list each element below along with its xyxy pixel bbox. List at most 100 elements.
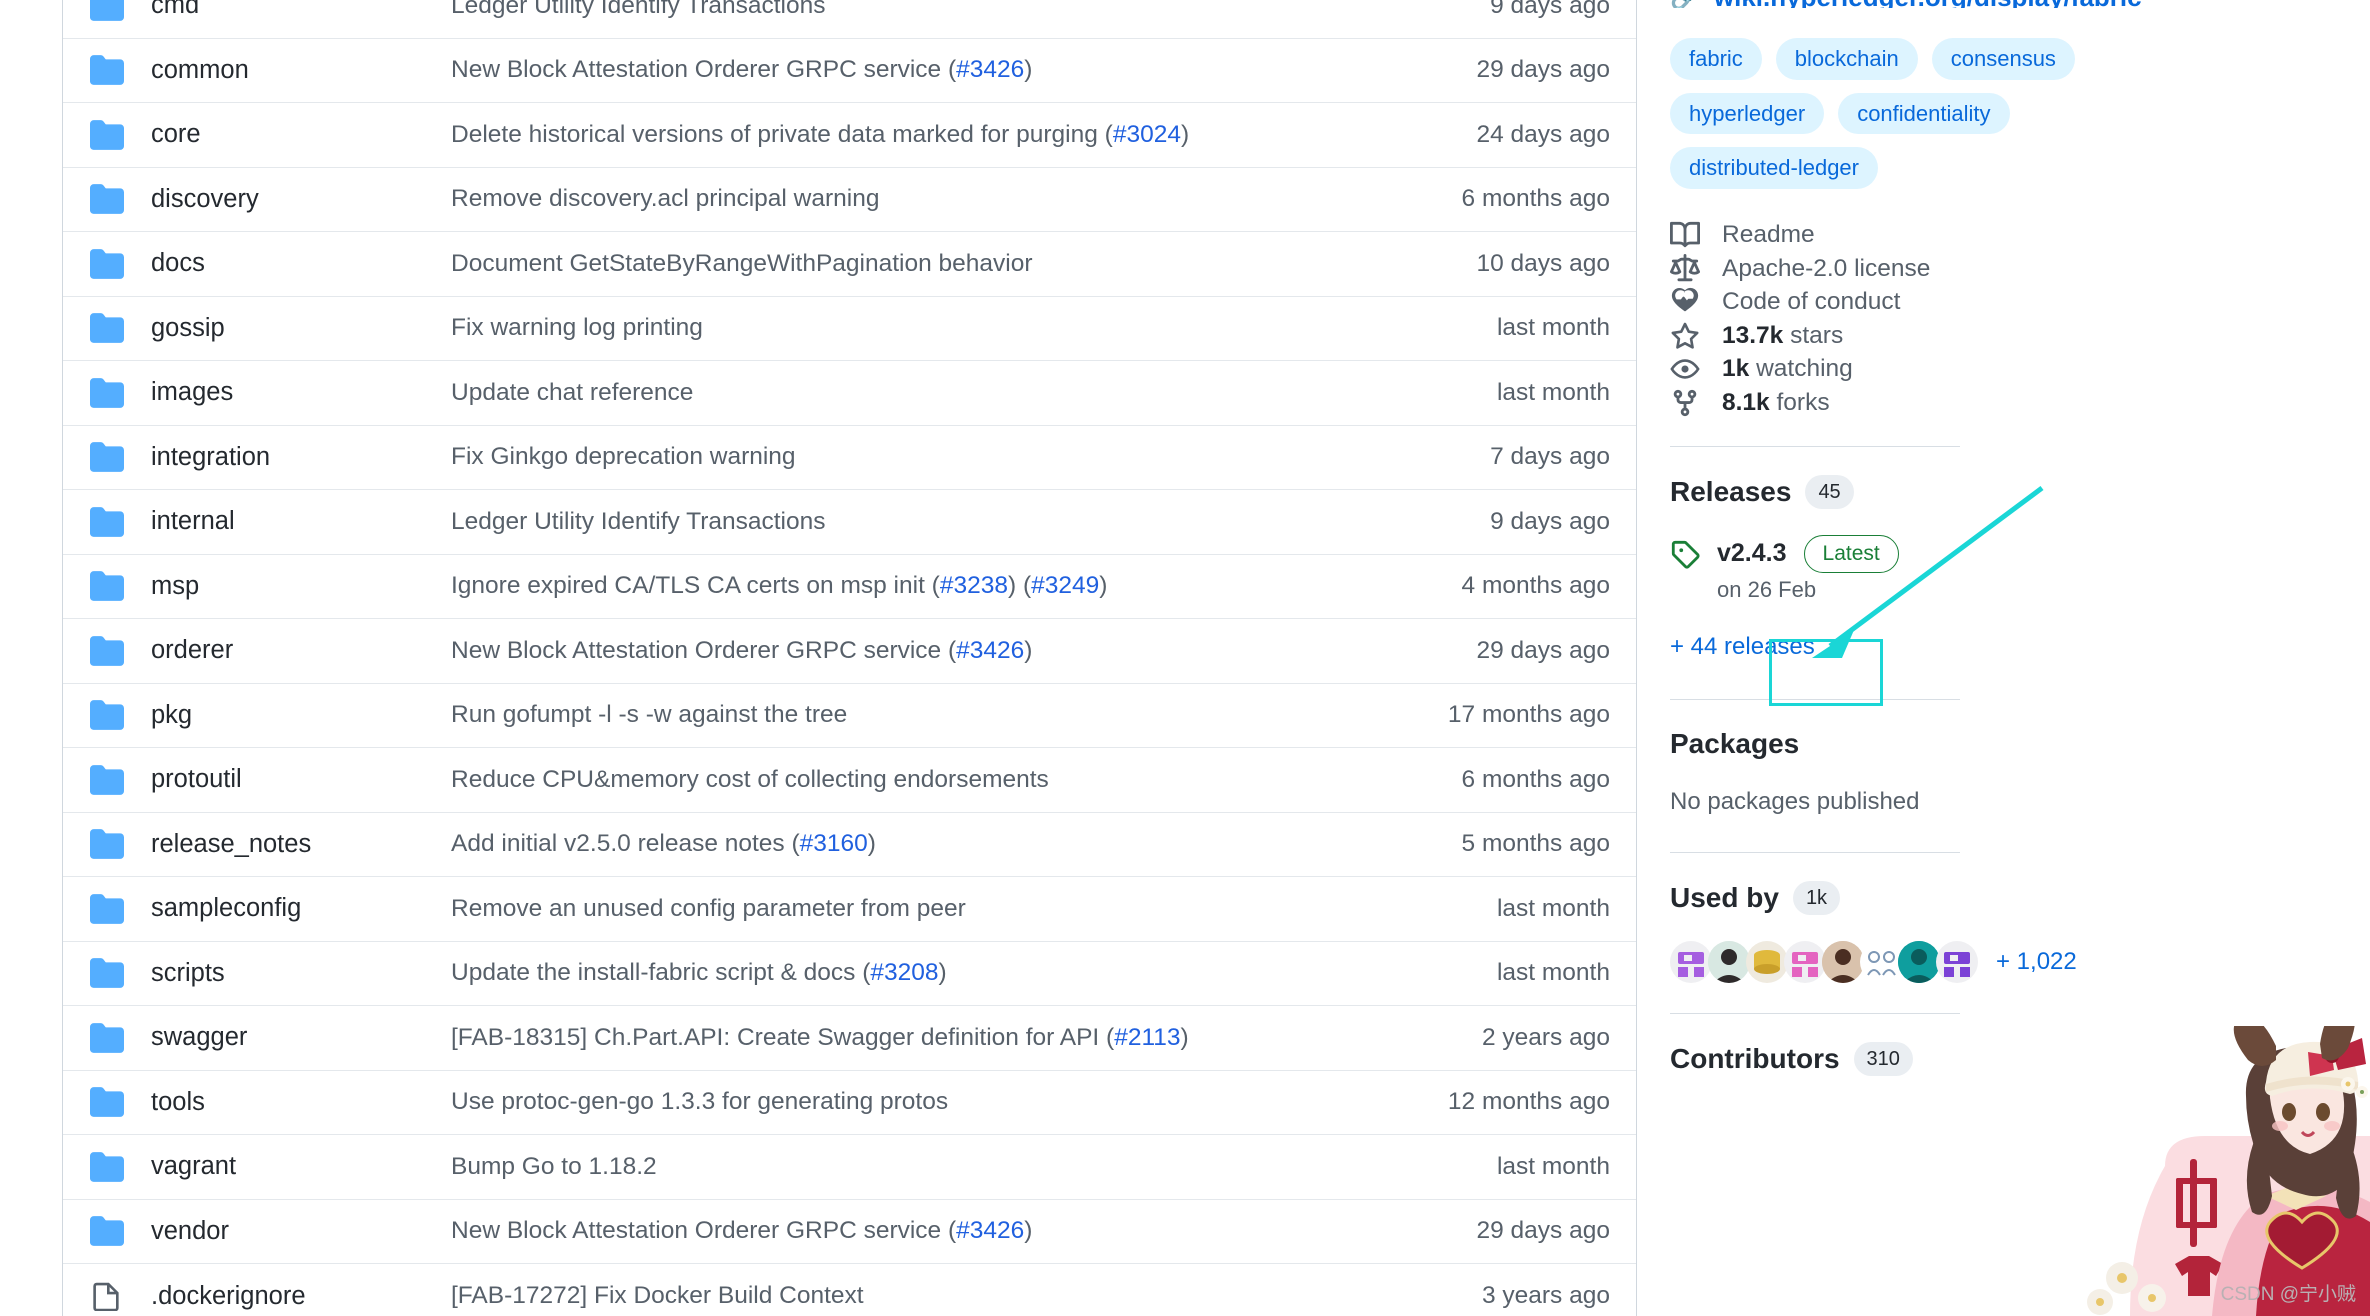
used-by-avatar[interactable] bbox=[1746, 940, 1788, 983]
topic-tag[interactable]: confidentiality bbox=[1838, 92, 2010, 134]
file-name[interactable]: cmd bbox=[151, 0, 451, 20]
file-row[interactable]: sampleconfig Remove an unused config para… bbox=[63, 877, 1636, 942]
topic-tag[interactable]: hyperledger bbox=[1670, 92, 1825, 134]
file-name[interactable]: release_notes bbox=[151, 830, 451, 859]
used-by-avatar[interactable] bbox=[1822, 940, 1864, 983]
pr-link[interactable]: #3249 bbox=[1031, 572, 1099, 599]
commit-message[interactable]: Update the install-fabric script & docs … bbox=[451, 959, 1360, 987]
release-version[interactable]: v2.4.3 bbox=[1717, 539, 1787, 568]
file-name[interactable]: pkg bbox=[151, 701, 451, 730]
file-name[interactable]: sampleconfig bbox=[151, 894, 451, 923]
file-name[interactable]: orderer bbox=[151, 636, 451, 665]
file-row[interactable]: internal Ledger Utility Identify Transact… bbox=[63, 490, 1636, 555]
file-name[interactable]: internal bbox=[151, 507, 451, 536]
wiki-url-text[interactable]: wiki.hyperledger.org/display/fabric bbox=[1714, 0, 2142, 8]
commit-message[interactable]: Reduce CPU&memory cost of collecting end… bbox=[451, 766, 1360, 794]
commit-message[interactable]: Ledger Utility Identify Transactions bbox=[451, 508, 1360, 536]
commit-message[interactable]: Use protoc-gen-go 1.3.3 for generating p… bbox=[451, 1088, 1360, 1116]
file-row[interactable]: tools Use protoc-gen-go 1.3.3 for generat… bbox=[63, 1071, 1636, 1135]
commit-message[interactable]: Remove discovery.acl principal warning bbox=[451, 185, 1360, 213]
meta-item-eye[interactable]: 1k watching bbox=[1670, 353, 2250, 387]
pr-link[interactable]: #3426 bbox=[956, 1217, 1024, 1244]
pr-link[interactable]: #3160 bbox=[800, 830, 868, 857]
commit-message[interactable]: Delete historical versions of private da… bbox=[451, 121, 1360, 149]
topic-tag[interactable]: fabric bbox=[1670, 38, 1762, 80]
file-row[interactable]: pkg Run gofumpt -l -s -w against the tree… bbox=[63, 684, 1636, 748]
commit-message[interactable]: Ignore expired CA/TLS CA certs on msp in… bbox=[451, 572, 1360, 600]
pr-link[interactable]: #3024 bbox=[1113, 121, 1181, 148]
used-by-avatar[interactable] bbox=[1784, 940, 1826, 983]
used-by-avatar[interactable] bbox=[1898, 940, 1940, 983]
file-name[interactable]: scripts bbox=[151, 959, 451, 988]
file-row[interactable]: protoutil Reduce CPU&memory cost of colle… bbox=[63, 748, 1636, 813]
file-name[interactable]: .dockerignore bbox=[151, 1282, 451, 1311]
file-name[interactable]: discovery bbox=[151, 185, 451, 214]
packages-empty-text: No packages published bbox=[1670, 787, 1920, 815]
pr-link[interactable]: #3426 bbox=[956, 56, 1024, 83]
file-row[interactable]: release_notes Add initial v2.5.0 release … bbox=[63, 813, 1636, 877]
commit-message[interactable]: New Block Attestation Orderer GRPC servi… bbox=[451, 637, 1360, 665]
file-name[interactable]: msp bbox=[151, 572, 451, 601]
commit-message[interactable]: Add initial v2.5.0 release notes (#3160) bbox=[451, 830, 1360, 858]
meta-item-law[interactable]: Apache-2.0 license bbox=[1670, 252, 2250, 286]
file-row[interactable]: images Update chat reference last month bbox=[63, 361, 1636, 426]
topic-tag[interactable]: distributed-ledger bbox=[1670, 147, 1878, 189]
used-by-avatar[interactable] bbox=[1708, 940, 1750, 983]
file-row[interactable]: gossip Fix warning log printing last month bbox=[63, 297, 1636, 361]
used-by-more-link[interactable]: + 1,022 bbox=[1996, 948, 2077, 976]
commit-message[interactable]: [FAB-18315] Ch.Part.API: Create Swagger … bbox=[451, 1024, 1360, 1052]
used-by-avatar[interactable] bbox=[1860, 940, 1902, 983]
meta-item-star[interactable]: 13.7k stars bbox=[1670, 319, 2250, 353]
commit-message[interactable]: Fix warning log printing bbox=[451, 314, 1360, 342]
file-row[interactable]: common New Block Attestation Orderer GRPC… bbox=[63, 39, 1636, 103]
file-name[interactable]: docs bbox=[151, 249, 451, 278]
pr-link[interactable]: #3238 bbox=[940, 572, 1008, 599]
commit-message[interactable]: Update chat reference bbox=[451, 379, 1360, 407]
file-name[interactable]: gossip bbox=[151, 314, 451, 343]
file-name[interactable]: vagrant bbox=[151, 1152, 451, 1181]
file-row[interactable]: scripts Update the install-fabric script … bbox=[63, 942, 1636, 1006]
file-row[interactable]: swagger [FAB-18315] Ch.Part.API: Create S… bbox=[63, 1006, 1636, 1071]
more-releases-link[interactable]: + 44 releases bbox=[1670, 633, 2250, 661]
commit-message[interactable]: [FAB-17272] Fix Docker Build Context bbox=[451, 1282, 1360, 1310]
commit-message[interactable]: New Block Attestation Orderer GRPC servi… bbox=[451, 56, 1360, 84]
file-row[interactable]: core Delete historical versions of privat… bbox=[63, 103, 1636, 168]
meta-item-heart-handshake[interactable]: Code of conduct bbox=[1670, 286, 2250, 320]
file-name[interactable]: core bbox=[151, 120, 451, 149]
pr-link[interactable]: #2113 bbox=[1114, 1024, 1180, 1051]
commit-message[interactable]: New Block Attestation Orderer GRPC servi… bbox=[451, 1217, 1360, 1245]
file-name[interactable]: vendor bbox=[151, 1217, 451, 1246]
file-row[interactable]: .dockerignore [FAB-17272] Fix Docker Buil… bbox=[63, 1264, 1636, 1316]
commit-message[interactable]: Document GetStateByRangeWithPagination b… bbox=[451, 250, 1360, 278]
file-row[interactable]: docs Document GetStateByRangeWithPaginati… bbox=[63, 232, 1636, 297]
meta-item-fork[interactable]: 8.1k forks bbox=[1670, 386, 2250, 420]
commit-message[interactable]: Ledger Utility Identify Transactions bbox=[451, 0, 1360, 20]
commit-message[interactable]: Fix Ginkgo deprecation warning bbox=[451, 443, 1360, 471]
topic-tag[interactable]: blockchain bbox=[1775, 38, 1918, 80]
meta-item-book[interactable]: Readme bbox=[1670, 219, 2250, 253]
file-row[interactable]: discovery Remove discovery.acl principal … bbox=[63, 168, 1636, 232]
pr-link[interactable]: #3208 bbox=[870, 959, 938, 986]
commit-message[interactable]: Bump Go to 1.18.2 bbox=[451, 1153, 1360, 1181]
commit-message[interactable]: Run gofumpt -l -s -w against the tree bbox=[451, 701, 1360, 729]
file-name[interactable]: swagger bbox=[151, 1023, 451, 1052]
topic-tag[interactable]: consensus bbox=[1931, 38, 2075, 80]
used-by-avatar[interactable] bbox=[1670, 940, 1712, 983]
file-name[interactable]: images bbox=[151, 378, 451, 407]
wiki-link-row[interactable]: 🔗 wiki.hyperledger.org/display/fabric bbox=[1670, 0, 2250, 8]
file-row[interactable]: vagrant Bump Go to 1.18.2 last month bbox=[63, 1135, 1636, 1200]
file-row[interactable]: vendor New Block Attestation Orderer GRPC… bbox=[63, 1200, 1636, 1264]
latest-badge[interactable]: Latest bbox=[1803, 534, 1899, 573]
latest-release-row[interactable]: v2.4.3 Latest bbox=[1670, 534, 2250, 573]
file-row[interactable]: integration Fix Ginkgo deprecation warnin… bbox=[63, 426, 1636, 490]
commit-message[interactable]: Remove an unused config parameter from p… bbox=[451, 895, 1360, 923]
file-name[interactable]: tools bbox=[151, 1088, 451, 1117]
file-row[interactable]: orderer New Block Attestation Orderer GRP… bbox=[63, 619, 1636, 684]
file-row[interactable]: msp Ignore expired CA/TLS CA certs on msp… bbox=[63, 555, 1636, 619]
file-name[interactable]: protoutil bbox=[151, 765, 451, 794]
file-row[interactable]: cmd Ledger Utility Identify Transactions 9… bbox=[63, 0, 1636, 39]
file-name[interactable]: integration bbox=[151, 443, 451, 472]
file-name[interactable]: common bbox=[151, 56, 451, 85]
used-by-avatar[interactable] bbox=[1936, 940, 1978, 983]
pr-link[interactable]: #3426 bbox=[956, 637, 1024, 664]
